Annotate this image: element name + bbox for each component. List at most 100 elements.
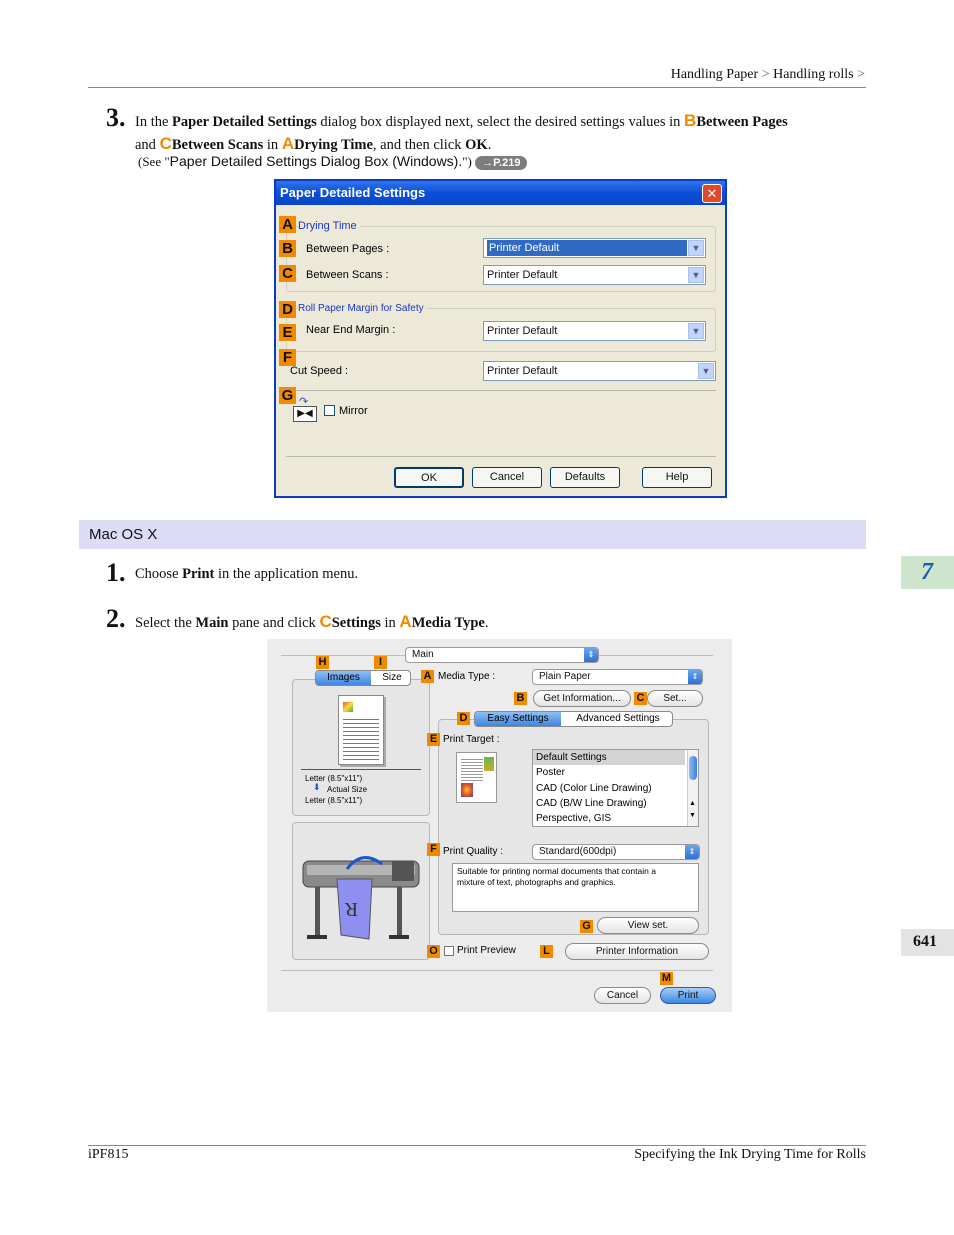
separator xyxy=(301,769,421,770)
printer-information-button[interactable]: Printer Information xyxy=(565,943,709,960)
label-b: B xyxy=(514,692,527,705)
breadcrumb-handling-paper[interactable]: Handling Paper xyxy=(671,67,758,82)
quality-description: Suitable for printing normal documents t… xyxy=(457,866,656,887)
list-item[interactable]: Poster xyxy=(536,767,565,778)
output-size-info: Letter (8.5"x11") xyxy=(305,796,363,805)
mirror-icon: ▶◀ xyxy=(293,406,317,422)
get-information-button[interactable]: Get Information... xyxy=(533,690,631,707)
print-preview-checkbox[interactable] xyxy=(444,946,454,956)
mirror-checkbox[interactable] xyxy=(324,405,335,416)
list-scrollbar[interactable]: ▲ ▼ xyxy=(687,750,698,826)
step-2-main: Main xyxy=(195,615,229,631)
list-item[interactable]: Default Settings xyxy=(533,750,685,765)
step-2-text: Select the Main pane and click CSettings… xyxy=(135,611,489,634)
chevron-down-icon[interactable]: ▼ xyxy=(688,323,704,339)
footer-rule xyxy=(88,1145,866,1146)
label-a: A xyxy=(421,670,434,683)
paper-detailed-settings-dialog: Paper Detailed Settings ✕ A Drying Time … xyxy=(274,179,727,498)
defaults-button[interactable]: Defaults xyxy=(550,467,620,488)
separator xyxy=(286,456,716,457)
label-l: L xyxy=(540,945,553,958)
label-f: F xyxy=(279,349,296,366)
cut-speed-label: Cut Speed : xyxy=(290,365,349,377)
step-1-text: Choose Print in the application menu. xyxy=(135,564,358,585)
print-quality-label: Print Quality : xyxy=(443,846,504,857)
step-3-number: 3. xyxy=(106,103,126,132)
updown-arrow-icon: ⇕ xyxy=(685,845,699,859)
marker-c: C xyxy=(159,134,172,153)
media-type-value: Plain Paper xyxy=(539,671,591,682)
updown-arrow-icon: ⇕ xyxy=(584,648,598,662)
label-c: C xyxy=(634,692,647,705)
ok-button[interactable]: OK xyxy=(394,467,464,488)
see-suffix: ") xyxy=(462,154,472,169)
list-item[interactable]: Perspective, GIS xyxy=(536,813,611,824)
print-quality-popup[interactable]: Standard(600dpi) ⇕ xyxy=(532,844,700,860)
cancel-button[interactable]: Cancel xyxy=(594,987,651,1004)
view-set-button[interactable]: View set. xyxy=(597,917,699,934)
cut-speed-select[interactable]: Printer Default ▼ xyxy=(483,361,716,381)
cancel-button[interactable]: Cancel xyxy=(472,467,542,488)
marker-a: A xyxy=(399,612,412,631)
chevron-down-icon[interactable]: ▼ xyxy=(688,267,704,283)
page-header-breadcrumb: Handling Paper > Handling rolls > xyxy=(671,67,865,83)
between-scans-value: Printer Default xyxy=(487,269,558,281)
pane-popup[interactable]: Main ⇕ xyxy=(405,647,599,663)
see-reference: (See "Paper Detailed Settings Dialog Box… xyxy=(138,153,528,170)
header-rule xyxy=(88,87,866,88)
print-button[interactable]: Print xyxy=(660,987,716,1004)
list-item[interactable]: CAD (Color Line Drawing) xyxy=(536,783,652,794)
print-target-label: Print Target : xyxy=(443,734,500,745)
step-3-drying-time: Drying Time xyxy=(294,137,373,153)
between-scans-select[interactable]: Printer Default ▼ xyxy=(483,265,706,285)
paper-preview-image xyxy=(338,695,384,765)
print-target-thumbnail xyxy=(456,752,497,803)
step-3-part: , and then click xyxy=(372,137,466,153)
page-reference-badge[interactable]: →P.219 xyxy=(475,156,528,170)
separator xyxy=(281,970,713,971)
print-quality-value: Standard(600dpi) xyxy=(539,846,617,857)
tab-easy-settings[interactable]: Easy Settings xyxy=(475,712,561,726)
list-item[interactable]: CAD (B/W Line Drawing) xyxy=(536,798,647,809)
label-a: A xyxy=(279,216,296,233)
label-g: G xyxy=(580,920,593,933)
help-button[interactable]: Help xyxy=(642,467,712,488)
step-3-between-scans: Between Scans xyxy=(171,137,264,153)
near-end-margin-label: Near End Margin : xyxy=(306,324,396,336)
label-b: B xyxy=(279,240,296,257)
print-preview-label: Print Preview xyxy=(457,945,516,956)
step-2-part: . xyxy=(484,615,489,631)
chevron-down-icon[interactable]: ▼ xyxy=(688,240,704,256)
set-button[interactable]: Set... xyxy=(647,690,703,707)
see-link[interactable]: Paper Detailed Settings Dialog Box (Wind… xyxy=(170,153,463,169)
step-2-part: pane and click xyxy=(228,615,320,631)
chapter-tab[interactable]: 7 xyxy=(901,556,954,589)
mirror-label: Mirror xyxy=(339,405,368,417)
breadcrumb-handling-rolls[interactable]: Handling rolls xyxy=(773,67,854,82)
media-type-popup[interactable]: Plain Paper ⇕ xyxy=(532,669,703,685)
between-pages-select[interactable]: Printer Default ▼ xyxy=(483,238,706,258)
label-g: G xyxy=(279,387,296,404)
label-c: C xyxy=(279,265,296,282)
step-3-part: In the xyxy=(135,114,173,130)
step-3-ok: OK xyxy=(465,137,488,153)
tab-images[interactable]: Images xyxy=(316,671,371,685)
near-end-margin-value: Printer Default xyxy=(487,325,558,337)
step-1-part: in the application menu. xyxy=(214,566,359,582)
drying-time-label: Drying Time xyxy=(298,220,360,232)
images-size-segmented: Images Size xyxy=(315,670,411,686)
step-2-media-type: Media Type xyxy=(411,615,485,631)
chevron-down-icon[interactable]: ▼ xyxy=(698,363,714,379)
mac-print-dialog: Main ⇕ H I Images Size Letter (8.5"x11")… xyxy=(267,639,732,1012)
print-target-list[interactable]: Default Settings Poster CAD (Color Line … xyxy=(532,749,699,827)
breadcrumb-separator: > xyxy=(761,67,770,82)
between-pages-value: Printer Default xyxy=(487,240,687,256)
chapter-number: 7 xyxy=(921,559,933,585)
label-h: H xyxy=(316,656,329,669)
close-icon[interactable]: ✕ xyxy=(702,184,722,203)
tab-size[interactable]: Size xyxy=(372,671,410,685)
roll-margin-label: Roll Paper Margin for Safety xyxy=(298,303,427,314)
tab-advanced-settings[interactable]: Advanced Settings xyxy=(562,712,672,726)
near-end-margin-select[interactable]: Printer Default ▼ xyxy=(483,321,706,341)
step-3-part: dialog box displayed next, select the de… xyxy=(316,114,685,130)
